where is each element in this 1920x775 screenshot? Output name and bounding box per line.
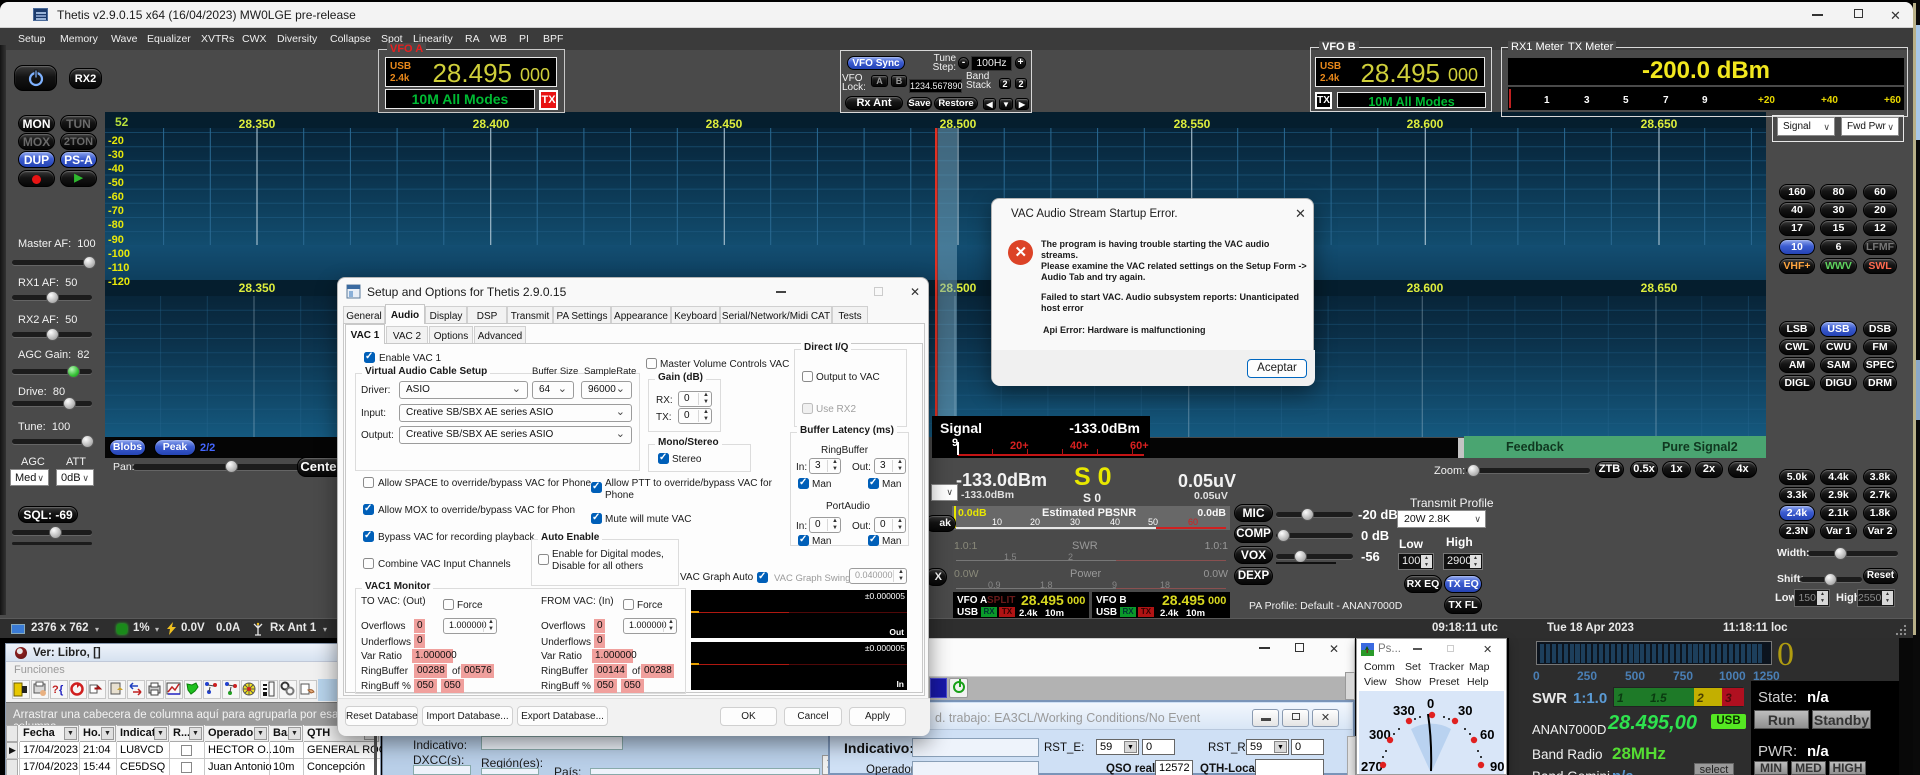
- svg-text:30: 30: [1458, 703, 1472, 718]
- svg-text:330: 330: [1393, 703, 1415, 718]
- svg-text:-80: -80: [108, 219, 124, 231]
- svg-text:-120: -120: [108, 276, 130, 288]
- svg-text:?: ?: [52, 684, 59, 696]
- svg-text:28.550: 28.550: [1174, 117, 1211, 131]
- svg-text:-20: -20: [108, 135, 124, 147]
- svg-text:-60: -60: [108, 191, 124, 203]
- svg-text:28.350: 28.350: [239, 281, 276, 295]
- svg-text:270: 270: [1361, 759, 1383, 774]
- svg-text:60: 60: [1480, 727, 1494, 742]
- svg-text:-110: -110: [108, 262, 129, 274]
- svg-text:-70: -70: [108, 205, 124, 217]
- svg-text:28.450: 28.450: [706, 117, 743, 131]
- svg-text:0: 0: [1427, 696, 1434, 711]
- svg-text:28.600: 28.600: [1407, 281, 1444, 295]
- svg-text:28.400: 28.400: [473, 117, 510, 131]
- svg-text:28.350: 28.350: [239, 117, 276, 131]
- svg-text:-50: -50: [108, 177, 124, 189]
- svg-text:-90: -90: [108, 234, 124, 246]
- svg-text:-30: -30: [108, 149, 124, 161]
- svg-text:28.650: 28.650: [1641, 117, 1678, 131]
- svg-text:-40: -40: [108, 163, 124, 175]
- svg-text:28.650: 28.650: [1641, 281, 1678, 295]
- svg-text:{: {: [59, 684, 64, 696]
- svg-text:28.600: 28.600: [1407, 117, 1444, 131]
- svg-text:52: 52: [115, 115, 129, 129]
- svg-text:-100: -100: [108, 248, 130, 260]
- svg-text:90: 90: [1490, 759, 1504, 774]
